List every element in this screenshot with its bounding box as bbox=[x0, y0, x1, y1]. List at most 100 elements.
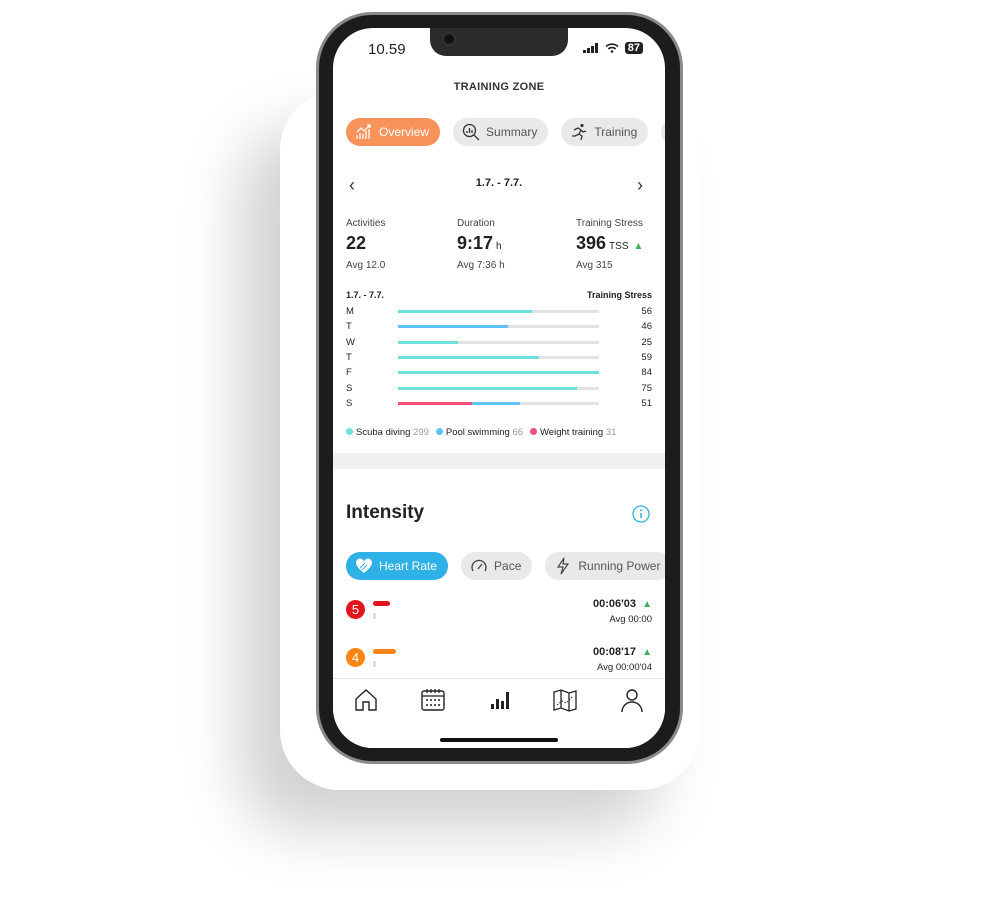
bar-segment bbox=[398, 340, 458, 344]
bar-value: 59 bbox=[641, 352, 652, 364]
legend-item: Weight training 31 bbox=[530, 427, 616, 438]
stat-avg: Avg 315 bbox=[576, 260, 613, 271]
gauge-icon bbox=[471, 559, 487, 572]
stat-training-stress: Training Stress 396 TSS ▲ Avg 315 bbox=[576, 218, 643, 271]
stat-duration: Duration 9:17 h Avg 7:36 h bbox=[457, 218, 505, 271]
heart-icon bbox=[355, 558, 373, 573]
stat-value: 396 bbox=[576, 233, 607, 253]
stat-value: 22 bbox=[346, 233, 367, 253]
chart-legend: Scuba diving 299 Pool swimming 66 Weight… bbox=[346, 427, 616, 438]
zone-avg-bar bbox=[373, 661, 376, 667]
next-period-button[interactable]: › bbox=[637, 175, 643, 196]
bar-track bbox=[398, 310, 599, 314]
bar-track bbox=[398, 325, 599, 329]
info-icon[interactable] bbox=[632, 505, 650, 523]
signal-icon bbox=[582, 43, 598, 53]
bar-track bbox=[398, 340, 599, 344]
stat-avg: Avg 7:36 h bbox=[457, 260, 505, 271]
intensity-title: Intensity bbox=[346, 502, 425, 523]
chart-row: M 56 bbox=[346, 304, 652, 319]
bar-segment bbox=[472, 401, 521, 405]
stat-value: 9:17 bbox=[457, 233, 494, 253]
tab-label: Overview bbox=[379, 125, 430, 139]
chart-row: S 51 bbox=[346, 396, 652, 411]
profile-icon[interactable] bbox=[619, 687, 645, 713]
tab-more[interactable] bbox=[661, 118, 665, 146]
chart-row: F 84 bbox=[346, 365, 652, 380]
tab-training[interactable]: Training bbox=[561, 118, 649, 146]
trend-up-icon: ▲ bbox=[633, 241, 644, 252]
bar-value: 56 bbox=[641, 306, 652, 318]
zone-bar bbox=[373, 649, 396, 654]
bar-track bbox=[398, 401, 599, 405]
trend-up-icon: ▲ bbox=[642, 599, 652, 610]
notch bbox=[430, 28, 568, 56]
tab-overview[interactable]: Overview bbox=[346, 118, 441, 146]
tab-heart-rate[interactable]: Heart Rate bbox=[346, 552, 449, 580]
day-label: W bbox=[346, 336, 355, 348]
bar-segment bbox=[398, 371, 599, 375]
zone-time: 00:08'17 bbox=[592, 646, 636, 658]
magnifier-chart-icon bbox=[462, 123, 480, 141]
day-label: T bbox=[346, 352, 352, 364]
battery-level: 87 bbox=[624, 42, 643, 54]
legend-total: 31 bbox=[605, 427, 617, 438]
map-icon[interactable] bbox=[552, 687, 578, 713]
bar-track bbox=[398, 371, 599, 375]
zone-badge: 4 bbox=[346, 648, 365, 667]
legend-total: 66 bbox=[512, 427, 524, 438]
bar-value: 25 bbox=[641, 336, 652, 348]
tab-label: Training bbox=[594, 125, 638, 139]
day-label: F bbox=[346, 367, 352, 379]
trend-chart-icon bbox=[356, 124, 371, 139]
stat-label: Training Stress bbox=[576, 218, 643, 229]
tab-label: Heart Rate bbox=[379, 559, 438, 573]
chart-row: S 75 bbox=[346, 381, 652, 396]
period-range: 1.7. - 7.7. bbox=[475, 177, 523, 189]
tab-running-power[interactable]: Running Power bbox=[545, 552, 665, 580]
phone-screen: 10.59 87 TRAINING ZONE Overview Summary … bbox=[333, 28, 665, 748]
bar-track bbox=[398, 386, 599, 390]
calendar-icon[interactable] bbox=[420, 687, 446, 713]
bar-segment bbox=[398, 386, 578, 390]
zone-bar bbox=[373, 601, 390, 606]
stat-unit: h bbox=[496, 241, 502, 252]
bar-value: 51 bbox=[641, 397, 652, 409]
chart-row: T 59 bbox=[346, 350, 652, 365]
legend-item: Scuba diving 299 bbox=[346, 427, 429, 438]
zone-avg-bar bbox=[373, 613, 376, 619]
stat-label: Duration bbox=[457, 218, 495, 229]
status-bar: 87 bbox=[582, 42, 643, 54]
legend-total: 299 bbox=[413, 427, 429, 438]
chart-row: W 25 bbox=[346, 335, 652, 350]
chart-title: 1.7. - 7.7. bbox=[346, 290, 385, 300]
day-label: T bbox=[346, 321, 352, 333]
bar-segment bbox=[398, 325, 509, 329]
stats-icon[interactable] bbox=[486, 687, 512, 713]
tab-pace[interactable]: Pace bbox=[461, 552, 533, 580]
tab-label: Summary bbox=[486, 125, 538, 139]
home-icon[interactable] bbox=[353, 687, 379, 713]
tab-summary[interactable]: Summary bbox=[453, 118, 549, 146]
zone-badge: 5 bbox=[346, 600, 365, 619]
status-time: 10.59 bbox=[368, 41, 406, 58]
chart-value-label: Training Stress bbox=[586, 290, 652, 300]
stat-avg: Avg 12.0 bbox=[346, 260, 386, 271]
legend-dot bbox=[346, 428, 353, 435]
home-indicator[interactable] bbox=[440, 738, 558, 742]
day-label: M bbox=[346, 306, 354, 318]
legend-name: Scuba diving bbox=[356, 427, 411, 438]
runner-icon bbox=[572, 123, 587, 141]
bar-segment bbox=[398, 401, 473, 405]
stat-label: Activities bbox=[346, 218, 386, 229]
bar-value: 84 bbox=[641, 367, 652, 379]
bar-segment bbox=[398, 310, 532, 314]
legend-dot bbox=[530, 428, 538, 435]
lightning-icon bbox=[557, 557, 570, 575]
camera bbox=[442, 32, 456, 46]
legend-name: Pool swimming bbox=[445, 427, 510, 438]
section-divider bbox=[333, 453, 665, 469]
legend-name: Weight training bbox=[540, 427, 604, 438]
zone-avg: Avg 00:00'04 bbox=[597, 662, 652, 673]
page-title: TRAINING ZONE bbox=[453, 81, 545, 93]
